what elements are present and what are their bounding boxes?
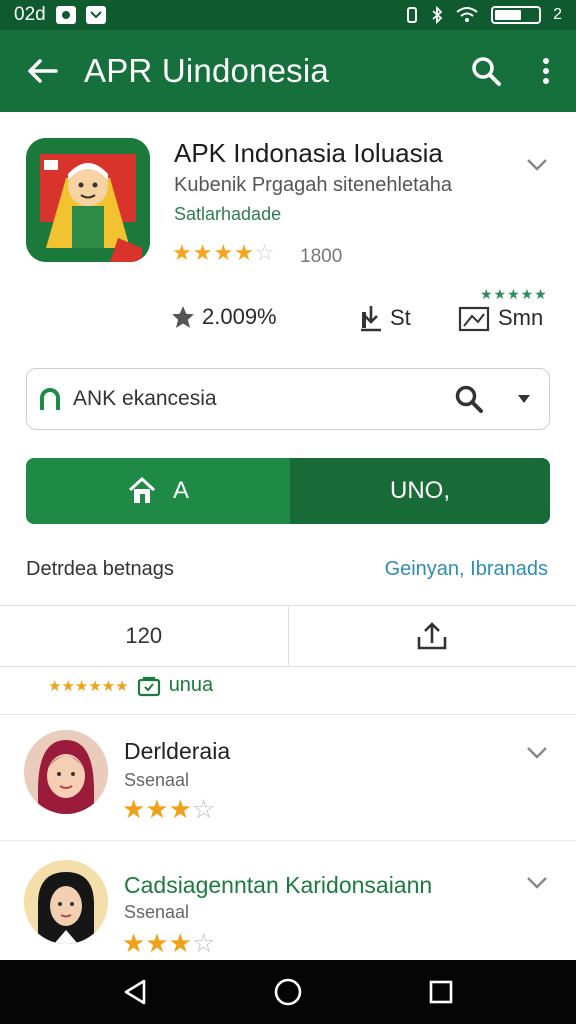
- nav-recents-icon[interactable]: [428, 979, 454, 1005]
- avatar: [24, 860, 108, 944]
- nav-home-icon[interactable]: [273, 977, 303, 1007]
- tab-count-label: 120: [125, 623, 163, 648]
- section-link[interactable]: Geinyan, Ibranads: [385, 558, 548, 581]
- battery-icon: [491, 6, 542, 24]
- chevron-down-icon: [527, 877, 547, 889]
- share-icon: [417, 622, 447, 650]
- stat-size-value: Smn: [498, 305, 544, 330]
- search-submit-button[interactable]: [439, 384, 499, 414]
- status-bar: 02d 2: [0, 0, 576, 30]
- review-expand-button[interactable]: [526, 746, 548, 765]
- more-vert-icon: [543, 58, 549, 84]
- review-name: Cadsiagenntan Karidonsaiann: [124, 872, 433, 898]
- nav-back-icon[interactable]: [122, 978, 148, 1006]
- divider: [0, 840, 576, 841]
- review-item[interactable]: Cadsiagenntan Karidonsaiann Ssenaal ★★★☆: [0, 852, 576, 972]
- open-button-label: UNO,: [390, 477, 450, 504]
- rating-summary: ★★★★★★ unua: [48, 674, 213, 697]
- avatar: [24, 730, 108, 814]
- more-button[interactable]: [516, 30, 576, 112]
- expand-header-button[interactable]: [526, 158, 548, 177]
- divider: [0, 714, 576, 715]
- chevron-down-icon: [527, 747, 547, 759]
- rating-summary-stars: ★★★★★★: [48, 677, 129, 695]
- rating-summary-label: unua: [168, 674, 214, 696]
- mini-rating-stars: ★★★★★: [480, 286, 548, 302]
- bluetooth-icon: [432, 6, 443, 24]
- back-button[interactable]: [0, 30, 84, 112]
- stat-percent: 2.009%: [170, 304, 277, 330]
- search-icon: [472, 57, 501, 86]
- stat-percent-value: 2.009%: [202, 304, 277, 329]
- open-button[interactable]: UNO,: [290, 458, 550, 524]
- app-icon[interactable]: [26, 138, 150, 262]
- search-input[interactable]: ANK ekancesia: [26, 368, 550, 430]
- battery-text: 2: [553, 6, 562, 23]
- section-title: Detrdea betnags: [26, 558, 174, 580]
- review-item[interactable]: Derlderaia Ssenaal ★★★☆: [0, 722, 576, 842]
- search-icon: [455, 385, 483, 413]
- tab-share[interactable]: [287, 606, 576, 666]
- review-stars: ★★★☆: [122, 928, 216, 958]
- back-arrow-icon: [28, 59, 58, 83]
- rating-count: 1800: [300, 246, 343, 267]
- stat-size: Smn: [458, 304, 543, 332]
- stat-downloads: St: [358, 304, 411, 332]
- action-tabs: 120: [0, 605, 576, 667]
- notification-icon: [55, 6, 76, 24]
- search-value: ANK ekancesia: [73, 387, 217, 410]
- review-expand-button[interactable]: [526, 876, 548, 895]
- status-time: 02d: [14, 4, 46, 25]
- app-developer[interactable]: Satlarhadade: [174, 204, 281, 225]
- app-rating-stars: ★★★★☆: [172, 240, 276, 265]
- review-subtitle: Ssenaal: [124, 770, 190, 790]
- action-buttons: A UNO,: [26, 458, 550, 524]
- download-icon: [361, 306, 381, 332]
- review-name: Derlderaia: [124, 738, 231, 764]
- install-button[interactable]: A: [26, 458, 290, 524]
- page-title: APR Uindonesia: [84, 52, 329, 89]
- caret-down-icon: [518, 395, 530, 403]
- app-name: APK Indonasia Ioluasia: [174, 138, 443, 168]
- app-logo-icon: [40, 388, 60, 410]
- wifi-icon: [456, 7, 478, 22]
- app-subtitle: Kubenik Prgagah sitenehletaha: [174, 174, 452, 196]
- bag-icon: [137, 676, 160, 696]
- app-bar: APR Uindonesia: [0, 30, 576, 112]
- tab-count[interactable]: 120: [0, 606, 288, 666]
- navigation-bar: [0, 960, 576, 1024]
- chevron-down-icon: [527, 159, 547, 171]
- mail-icon: [85, 6, 106, 24]
- vibrate-icon: [407, 7, 418, 23]
- search-dropdown-button[interactable]: [499, 395, 549, 403]
- star-icon: [172, 306, 194, 328]
- search-button[interactable]: [456, 30, 516, 112]
- stat-downloads-value: St: [390, 305, 411, 330]
- home-icon: [128, 476, 155, 503]
- install-button-label: A: [172, 477, 189, 504]
- review-subtitle: Ssenaal: [124, 902, 190, 922]
- review-stars: ★★★☆: [122, 794, 216, 824]
- size-icon: [458, 306, 490, 332]
